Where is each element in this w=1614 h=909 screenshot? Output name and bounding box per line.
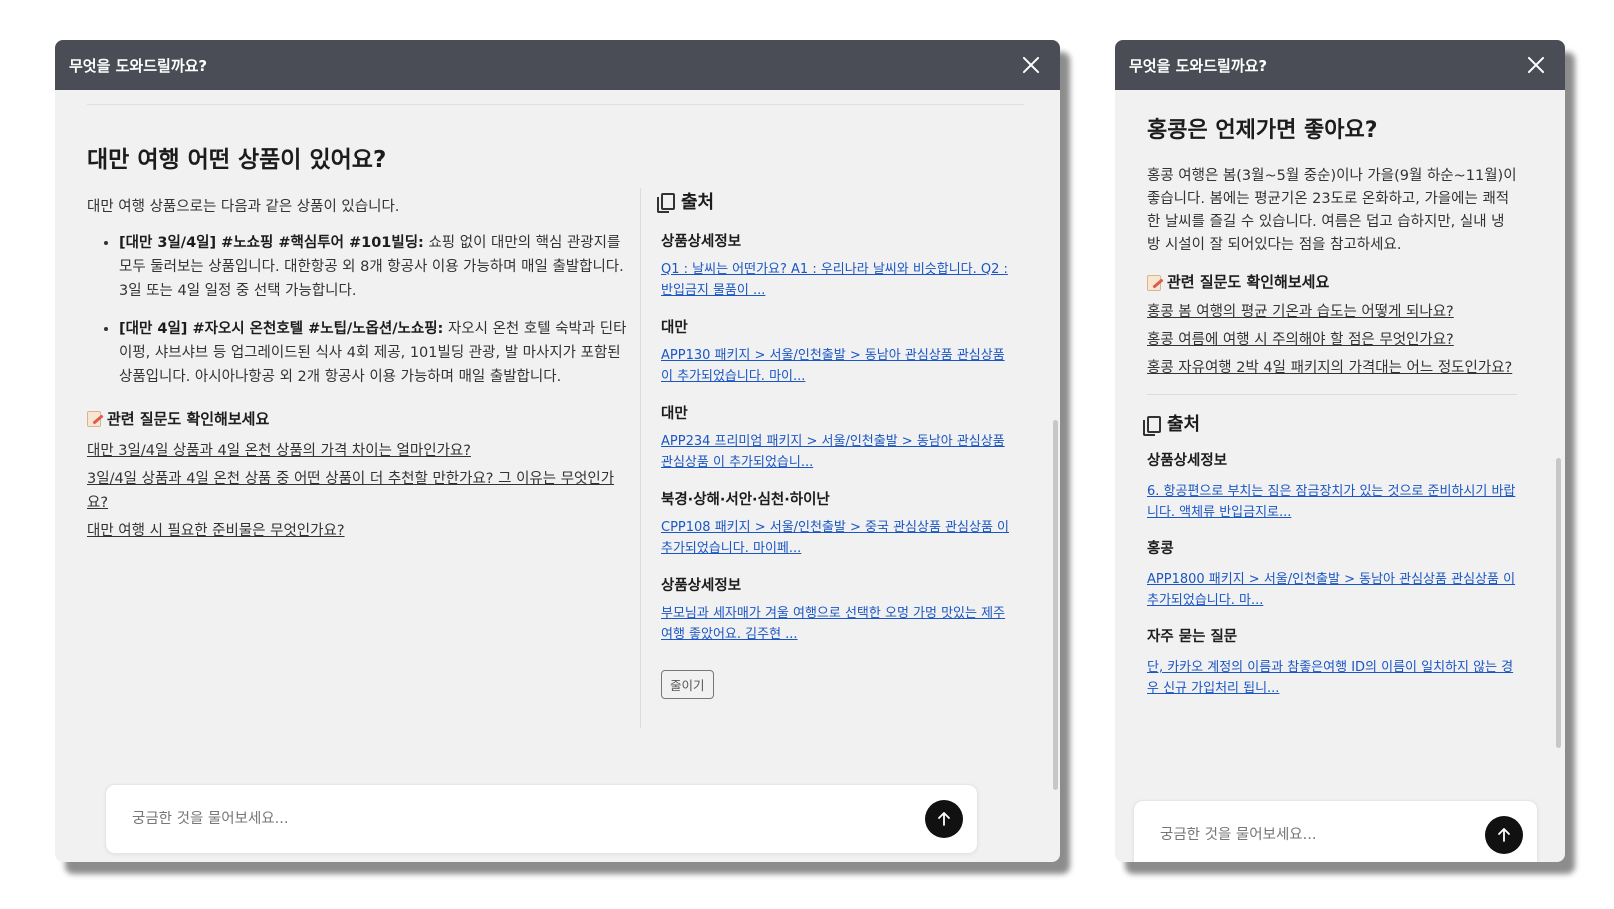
panel-header: 무엇을 도와드릴까요? — [1115, 40, 1565, 90]
related-question-link[interactable]: 홍콩 봄 여행의 평균 기온과 습도는 어떻게 되나요? — [1147, 300, 1517, 324]
column-divider — [640, 188, 641, 728]
related-question-link[interactable]: 홍콩 자유여행 2박 4일 패키지의 가격대는 어느 정도인가요? — [1147, 356, 1517, 380]
source-heading: 자주 묻는 질문 — [1147, 629, 1238, 645]
source-item: 상품상세정보 부모님과 세자매가 겨울 여행으로 선택한 오멍 가멍 맛있는 제… — [661, 574, 1011, 645]
divider — [87, 104, 1024, 105]
source-link[interactable]: 6. 항공편으로 부치는 짐은 잠금장치가 있는 것으로 준비하시기 바랍니다.… — [1147, 481, 1517, 523]
panel-header: 무엇을 도와드릴까요? — [55, 40, 1060, 90]
sources-title: 출처 — [657, 188, 1011, 214]
source-link[interactable]: 부모님과 세자매가 겨울 여행으로 선택한 오멍 가멍 맛있는 제주여행 좋았어… — [661, 603, 1011, 645]
source-item: 북경·상해·서안·심천·하이난 CPP108 패키지 > 서울/인천출발 > 중… — [661, 488, 1011, 559]
related-title-label: 관련 질문도 확인해보세요 — [1167, 273, 1330, 291]
chat-input[interactable] — [1160, 827, 1485, 843]
answer-section: 홍콩 여행은 봄(3월~5월 중순)이나 가을(9월 하순~11월)이 좋습니다… — [1143, 165, 1517, 714]
chat-input[interactable] — [132, 811, 925, 827]
source-item: 자주 묻는 질문 단, 카카오 계정의 이름과 참좋은여행 ID의 이름이 일치… — [1147, 626, 1517, 699]
related-question-link[interactable]: 대만 3일/4일 상품과 4일 온천 상품의 가격 차이는 얼마인가요? — [87, 439, 627, 463]
source-item: 홍콩 APP1800 패키지 > 서울/인천출발 > 동남아 관심상품 관심상품… — [1147, 538, 1517, 611]
source-heading: 대만 — [661, 320, 688, 336]
related-question-link[interactable]: 대만 여행 시 필요한 준비물은 무엇인가요? — [87, 519, 627, 543]
divider — [1147, 394, 1517, 395]
close-icon[interactable] — [1523, 52, 1549, 78]
chat-panel-right: 무엇을 도와드릴까요? 홍콩은 언제가면 좋아요? 홍콩 여행은 봄(3월~5월… — [1115, 40, 1565, 862]
source-link[interactable]: Q1 : 날씨는 어떤가요? A1 : 우리나라 날씨와 비슷합니다. Q2 :… — [661, 259, 1011, 301]
sources-title-label: 출처 — [1167, 414, 1201, 435]
scrollbar[interactable] — [1556, 458, 1561, 748]
sources-title-label: 출처 — [681, 192, 715, 213]
chat-input-box — [105, 784, 978, 854]
source-heading: 홍콩 — [1147, 541, 1174, 557]
product-name: [대만 4일] #자오시 온천호텔 #노팁/노옵션/노쇼핑: — [119, 321, 444, 337]
send-button[interactable] — [925, 800, 963, 838]
source-heading: 상품상세정보 — [661, 578, 742, 594]
answer-intro: 대만 여행 상품으로는 다음과 같은 상품이 있습니다. — [87, 199, 400, 215]
answer-list: [대만 3일/4일] #노쇼핑 #핵심투어 #101빌딩: 쇼핑 없이 대만의 … — [87, 231, 627, 389]
sources-section: 출처 상품상세정보 Q1 : 날씨는 어떤가요? A1 : 우리나라 날씨와 비… — [657, 188, 1011, 699]
source-link[interactable]: APP1800 패키지 > 서울/인천출발 > 동남아 관심상품 관심상품 이 … — [1147, 569, 1517, 611]
panel-title: 무엇을 도와드릴까요? — [69, 56, 208, 75]
related-questions-title: 관련 질문도 확인해보세요 — [87, 407, 627, 431]
source-item: 대만 APP130 패키지 > 서울/인천출발 > 동남아 관심상품 관심상품 … — [661, 316, 1011, 387]
list-item: [대만 3일/4일] #노쇼핑 #핵심투어 #101빌딩: 쇼핑 없이 대만의 … — [119, 231, 627, 303]
question-title: 대만 여행 어떤 상품이 있어요? — [87, 147, 387, 173]
source-heading: 대만 — [661, 406, 688, 422]
send-button[interactable] — [1485, 816, 1523, 854]
sources-title: 출처 — [1143, 413, 1517, 436]
scrollbar[interactable] — [1053, 420, 1058, 790]
chat-panel-left: 무엇을 도와드릴까요? 대만 여행 어떤 상품이 있어요? 대만 여행 상품으로… — [55, 40, 1060, 862]
document-icon — [657, 192, 675, 213]
related-questions-title: 관련 질문도 확인해보세요 — [1147, 271, 1517, 294]
question-title: 홍콩은 언제가면 좋아요? — [1147, 118, 1378, 143]
product-name: [대만 3일/4일] #노쇼핑 #핵심투어 #101빌딩: — [119, 235, 424, 251]
panel-title: 무엇을 도와드릴까요? — [1129, 56, 1268, 75]
arrow-up-icon — [1498, 828, 1510, 842]
source-link[interactable]: CPP108 패키지 > 서울/인천출발 > 중국 관심상품 관심상품 이 추가… — [661, 517, 1011, 559]
panel-body: 홍콩은 언제가면 좋아요? 홍콩 여행은 봄(3월~5월 중순)이나 가을(9월… — [1115, 90, 1565, 862]
panel-body: 대만 여행 어떤 상품이 있어요? 대만 여행 상품으로는 다음과 같은 상품이… — [55, 90, 1060, 862]
source-item: 대만 APP234 프리미엄 패키지 > 서울/인천출발 > 동남아 관심상품 … — [661, 402, 1011, 473]
related-title-label: 관련 질문도 확인해보세요 — [107, 410, 270, 428]
related-question-link[interactable]: 홍콩 여름에 여행 시 주의해야 할 점은 무엇인가요? — [1147, 328, 1517, 352]
source-item: 상품상세정보 6. 항공편으로 부치는 짐은 잠금장치가 있는 것으로 준비하시… — [1147, 450, 1517, 523]
collapse-button[interactable]: 줄이기 — [661, 670, 714, 699]
source-heading: 상품상세정보 — [1147, 453, 1228, 469]
arrow-up-icon — [938, 812, 950, 826]
answer-text: 홍콩 여행은 봄(3월~5월 중순)이나 가을(9월 하순~11월)이 좋습니다… — [1147, 168, 1517, 253]
document-icon — [1143, 416, 1161, 436]
memo-icon — [1147, 274, 1161, 291]
memo-icon — [87, 411, 101, 427]
chat-input-box — [1133, 800, 1538, 862]
related-question-link[interactable]: 3일/4일 상품과 4일 온천 상품 중 어떤 상품이 더 추천할 만한가요? … — [87, 467, 627, 515]
source-link[interactable]: APP234 프리미엄 패키지 > 서울/인천출발 > 동남아 관심상품 관심상… — [661, 431, 1011, 473]
list-item: [대만 4일] #자오시 온천호텔 #노팁/노옵션/노쇼핑: 자오시 온천 호텔… — [119, 317, 627, 389]
source-heading: 상품상세정보 — [661, 234, 742, 250]
source-heading: 북경·상해·서안·심천·하이난 — [661, 492, 830, 508]
answer-section: 대만 여행 상품으로는 다음과 같은 상품이 있습니다. [대만 3일/4일] … — [87, 195, 627, 547]
source-link[interactable]: APP130 패키지 > 서울/인천출발 > 동남아 관심상품 관심상품 이 추… — [661, 345, 1011, 387]
source-link[interactable]: 단, 카카오 계정의 이름과 참좋은여행 ID의 이름이 일치하지 않는 경우 … — [1147, 657, 1517, 699]
source-item: 상품상세정보 Q1 : 날씨는 어떤가요? A1 : 우리나라 날씨와 비슷합니… — [661, 230, 1011, 301]
close-icon[interactable] — [1018, 52, 1044, 78]
